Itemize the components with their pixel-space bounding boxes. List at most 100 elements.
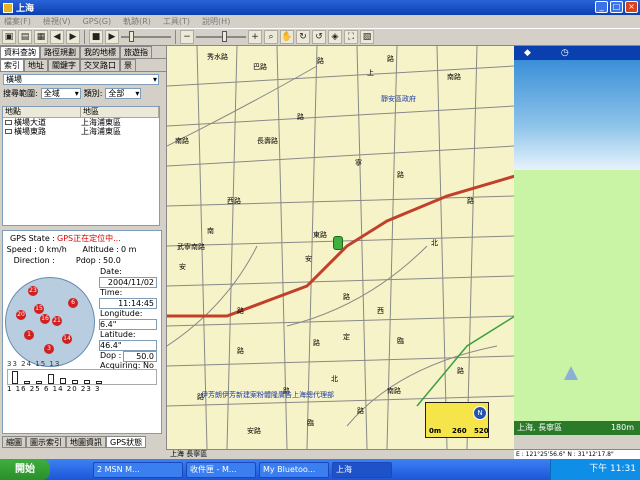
search-range-select[interactable]: 全域 xyxy=(40,87,81,99)
tab-thumbnail[interactable]: 縮圖 xyxy=(2,436,26,448)
back-icon[interactable]: ◀ xyxy=(50,30,64,44)
satellite-icon: 16 xyxy=(40,314,50,324)
map-status: 上海 長寧區 xyxy=(166,449,514,459)
road-label: 路 xyxy=(343,293,350,301)
speed-value: 0 km/h xyxy=(39,245,67,254)
scale-label: 260 xyxy=(452,427,467,435)
altitude-value: 0 m xyxy=(121,245,137,254)
map-view[interactable]: 秀水路 巴路 路 路 南路 上 南路 長壽路 武寧南路 西路 安 路 北 路 南… xyxy=(166,46,514,449)
road-label: 路 xyxy=(237,347,244,355)
result-list[interactable]: 地點 地區 橫場大道 上海浦東區 橫場東路 上海浦東區 xyxy=(2,106,160,226)
list-item-icon xyxy=(5,129,12,134)
task-inbox[interactable]: 收件匣 - M... xyxy=(186,461,256,478)
title-bar: 上海 _ □ × xyxy=(0,0,640,15)
menu-file[interactable]: 檔案(F) xyxy=(4,16,31,27)
tab-landmark[interactable]: 我的地標 xyxy=(80,46,120,58)
column-place[interactable]: 地點 xyxy=(3,107,81,117)
rotate-right-icon[interactable]: ↺ xyxy=(312,30,326,44)
type-label: 類別: xyxy=(83,88,103,98)
task-shanghai-map[interactable]: 上海 xyxy=(332,461,392,478)
road-label: 路 xyxy=(313,339,320,347)
tab-gps-status[interactable]: GPS狀態 xyxy=(106,436,147,448)
playback-slider[interactable] xyxy=(121,30,171,44)
type-select[interactable]: 全部 xyxy=(105,87,142,99)
menu-route[interactable]: 軌跡(R) xyxy=(123,16,151,27)
stop-icon[interactable]: ■ xyxy=(89,30,103,44)
search-icon[interactable]: ⌕ xyxy=(264,30,278,44)
date-value: 2004/11/02 xyxy=(99,277,157,288)
play-icon[interactable]: ▶ xyxy=(105,30,119,44)
scale-label: 0m xyxy=(429,427,442,435)
save-icon[interactable]: ▤ xyxy=(18,30,32,44)
road-label: 臨 xyxy=(307,419,314,427)
road-label: 南路 xyxy=(447,73,461,81)
scale-bar: N 0m 260 520 xyxy=(425,402,489,438)
maximize-button[interactable]: □ xyxy=(610,1,623,13)
task-msn[interactable]: 2 MSN M... xyxy=(93,461,183,478)
zoom-out-icon[interactable]: − xyxy=(180,30,194,44)
gps-status-panel: GPS State : GPS正在定位中... Speed : 0 km/h A… xyxy=(2,230,162,434)
fullscreen-icon[interactable]: ⛶ xyxy=(344,30,358,44)
sky-view xyxy=(514,60,640,170)
zoom-slider[interactable] xyxy=(196,30,246,44)
speed-label: Speed : xyxy=(6,245,37,254)
menu-help[interactable]: 說明(H) xyxy=(202,16,230,27)
road-label: 路 xyxy=(317,57,324,65)
list-item[interactable]: 橫場東路 上海浦東區 xyxy=(3,127,159,136)
tab-scenic[interactable]: 景 xyxy=(120,59,136,71)
signal-bar xyxy=(36,381,42,384)
tab-icon-index[interactable]: 圖示索引 xyxy=(26,436,66,448)
tab-travel[interactable]: 旅遊指 xyxy=(120,46,152,58)
tab-index[interactable]: 索引 xyxy=(0,59,24,71)
heading-arrow-icon xyxy=(564,366,578,380)
ground-view: 上海, 長寧區 180m xyxy=(514,170,640,435)
top-tabs: 資料查詢 路徑規劃 我的地標 旅遊指 xyxy=(0,46,166,59)
start-button[interactable]: 開始 xyxy=(0,459,50,480)
taskbar: 開始 2 MSN M... 收件匣 - M... My Bluetoo... 上… xyxy=(0,459,640,480)
satellite-icon: 14 xyxy=(62,334,72,344)
zoom-in-icon[interactable]: + xyxy=(248,30,262,44)
task-bluetooth[interactable]: My Bluetoo... xyxy=(259,461,329,478)
menu-tools[interactable]: 工具(T) xyxy=(163,16,190,27)
dop-label: Dop : xyxy=(100,351,122,360)
open-icon[interactable]: ▣ xyxy=(2,30,16,44)
signal-bar xyxy=(12,371,18,384)
road-label: 路 xyxy=(397,171,404,179)
window-title: 上海 xyxy=(16,4,35,14)
column-area[interactable]: 地區 xyxy=(81,107,159,117)
tab-intersection[interactable]: 交叉路口 xyxy=(80,59,120,71)
tab-query[interactable]: 資料查詢 xyxy=(0,46,40,58)
satellite-icon: 6 xyxy=(68,298,78,308)
print-icon[interactable]: ▦ xyxy=(34,30,48,44)
tab-keyword[interactable]: 關鍵字 xyxy=(48,59,80,71)
gps-state-value: GPS正在定位中... xyxy=(57,234,121,243)
road-label: 秀水路 xyxy=(207,53,228,61)
road-label: 安 xyxy=(179,263,186,271)
clock-icon[interactable]: ◷ xyxy=(561,48,569,58)
forward-icon[interactable]: ▶ xyxy=(66,30,80,44)
altitude-label: Altitude : xyxy=(82,245,120,254)
time-label: Time: xyxy=(100,288,123,297)
minimize-button[interactable]: _ xyxy=(595,1,608,13)
list-item[interactable]: 橫場大道 上海浦東區 xyxy=(3,118,159,127)
layers-icon[interactable]: ◈ xyxy=(328,30,342,44)
pdop-label: Pdop : xyxy=(75,256,101,265)
tab-map-info[interactable]: 地圖資訊 xyxy=(66,436,106,448)
tab-address[interactable]: 地址 xyxy=(24,59,48,71)
menu-view[interactable]: 檢視(V) xyxy=(43,16,71,27)
rotate-icon[interactable]: ↻ xyxy=(296,30,310,44)
sub-tabs: 索引 地址 關鍵字 交叉路口 景 xyxy=(0,59,166,72)
close-button[interactable]: × xyxy=(625,1,638,13)
category-select[interactable]: 橫場 xyxy=(3,73,159,85)
compass-icon: N xyxy=(473,406,487,420)
left-panel: 資料查詢 路徑規劃 我的地標 旅遊指 索引 地址 關鍵字 交叉路口 景 橫場 搜… xyxy=(0,46,166,449)
menu-gps[interactable]: GPS(G) xyxy=(83,17,112,26)
map-icon[interactable]: ▧ xyxy=(360,30,374,44)
clock-text[interactable]: 下午 11:31 xyxy=(589,464,636,474)
satellite-icon: 20 xyxy=(16,310,26,320)
navigation-icon[interactable]: ◆ xyxy=(524,48,531,58)
hand-icon[interactable]: ✋ xyxy=(280,30,294,44)
road-label: 上 xyxy=(367,69,374,77)
tab-route[interactable]: 路徑規劃 xyxy=(40,46,80,58)
poi-label: 伊芳朗伊芳新建案粉體隆廣告上海總代理部 xyxy=(201,391,334,399)
